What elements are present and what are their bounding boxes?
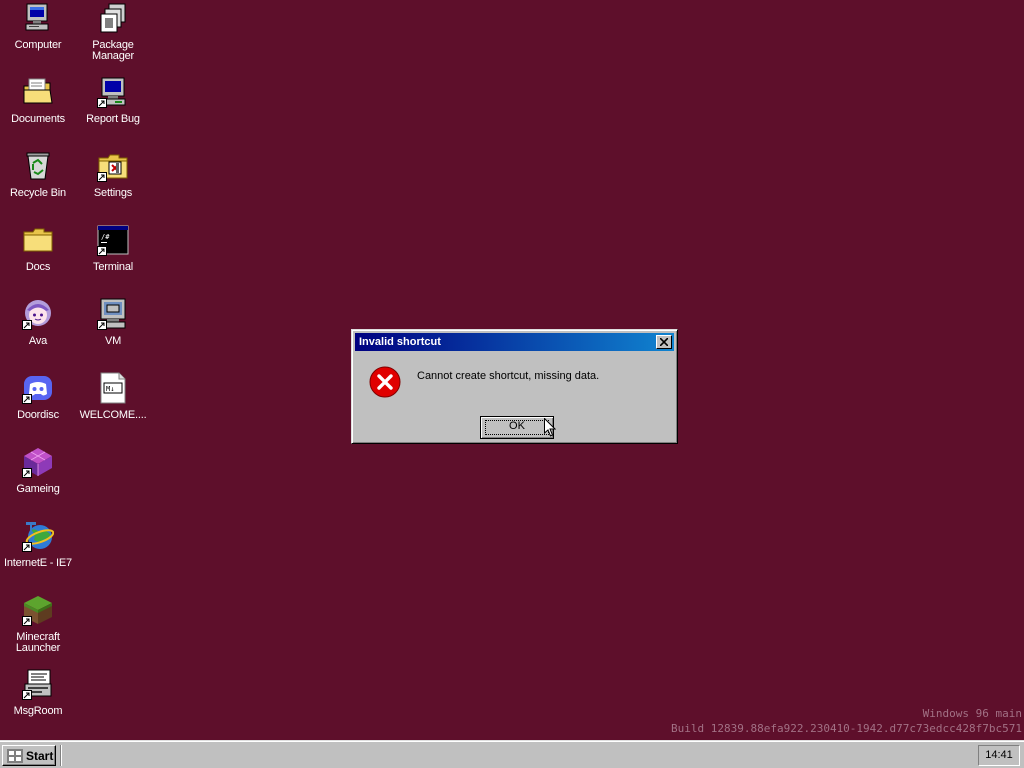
clock[interactable]: 14:41: [979, 749, 1019, 762]
taskbar-separator: [60, 745, 62, 766]
report-bug-icon: [97, 76, 129, 108]
desktop-icon-label: Recycle Bin: [10, 187, 66, 199]
shortcut-arrow-icon: [22, 542, 32, 552]
vm-icon: [97, 298, 129, 330]
start-button-label: Start: [26, 749, 54, 763]
system-tray: 14:41: [978, 745, 1020, 766]
desktop-icon-label: Ava: [28, 335, 48, 347]
desktop-icon-label: WELCOME....: [79, 409, 147, 421]
ok-button[interactable]: OK: [480, 416, 554, 439]
desktop: Computer Documents Recycle Bin Docs Ava …: [0, 0, 1024, 740]
markdown-file-icon: M↓: [97, 372, 129, 404]
desktop-icon-label: Doordisc: [17, 409, 59, 421]
desktop-icon-terminal[interactable]: /# Terminal: [76, 224, 150, 273]
documents-folder-icon: [22, 76, 54, 108]
minecraft-icon: [22, 594, 54, 626]
desktop-icon-label: Package Manager: [91, 39, 134, 62]
folder-icon: [22, 224, 54, 256]
desktop-icon-label: InternetE - IE7: [4, 557, 72, 569]
package-manager-icon: [97, 2, 129, 34]
settings-folder-icon: [97, 150, 129, 182]
desktop-icon-label: Computer: [14, 39, 62, 51]
desktop-icon-welcome[interactable]: M↓ WELCOME....: [76, 372, 150, 421]
internet-explorer-icon: [22, 520, 55, 552]
desktop-icon-minecraft-launcher[interactable]: Minecraft Launcher: [1, 594, 75, 654]
desktop-icon-gameing[interactable]: Gameing: [1, 446, 75, 495]
build-watermark-os: Windows 96 main: [922, 707, 1022, 720]
ok-button-focus-ring: [485, 420, 549, 435]
dialog-close-button[interactable]: [656, 335, 672, 349]
desktop-icon-label: Documents: [11, 113, 65, 125]
desktop-icon-ava[interactable]: Ava: [1, 298, 75, 347]
desktop-icon-label: Report Bug: [86, 113, 140, 125]
shortcut-arrow-icon: [97, 98, 107, 108]
desktop-icon-vm[interactable]: VM: [76, 298, 150, 347]
desktop-icon-label: Docs: [25, 261, 51, 273]
desktop-icon-report-bug[interactable]: Report Bug: [76, 76, 150, 125]
desktop-icon-msgroom[interactable]: MsgRoom: [1, 668, 75, 717]
shortcut-arrow-icon: [97, 246, 107, 256]
desktop-icon-package-manager[interactable]: Package Manager: [76, 2, 150, 62]
dialog-titlebar[interactable]: Invalid shortcut: [355, 333, 674, 351]
error-icon: [369, 366, 401, 398]
msgroom-icon: [22, 668, 54, 700]
recycle-bin-icon: [22, 150, 54, 182]
svg-text:/#: /#: [101, 233, 110, 241]
build-watermark-build: Build 12839.88efa922.230410-1942.d77c73e…: [671, 722, 1022, 735]
desktop-icon-documents[interactable]: Documents: [1, 76, 75, 125]
desktop-icon-label: Terminal: [93, 261, 133, 273]
desktop-icon-label: VM: [104, 335, 122, 347]
ava-icon: [22, 298, 54, 330]
build-watermark: Windows 96 main Build 12839.88efa922.230…: [671, 706, 1022, 736]
shortcut-arrow-icon: [22, 320, 32, 330]
taskbar: Start 14:41: [0, 740, 1024, 768]
dialog-message: Cannot create shortcut, missing data.: [417, 370, 600, 382]
mouse-pointer-icon: [544, 417, 557, 438]
desktop-icon-label: MsgRoom: [13, 705, 63, 717]
desktop-icon-internet-explorer[interactable]: InternetE - IE7: [1, 520, 75, 569]
desktop-icon-label: Settings: [93, 187, 133, 199]
desktop-icon-doordisc[interactable]: Doordisc: [1, 372, 75, 421]
computer-icon: [22, 2, 54, 34]
desktop-icon-label: Gameing: [16, 483, 60, 495]
close-icon: [660, 338, 668, 346]
shortcut-arrow-icon: [97, 320, 107, 330]
terminal-icon: /#: [97, 224, 129, 256]
doordisc-icon: [22, 372, 54, 404]
shortcut-arrow-icon: [97, 172, 107, 182]
desktop-icon-label: Minecraft Launcher: [15, 631, 61, 654]
windows-logo-icon: [7, 749, 23, 763]
start-button[interactable]: Start: [2, 745, 56, 766]
desktop-icon-settings[interactable]: Settings: [76, 150, 150, 199]
shortcut-arrow-icon: [22, 468, 32, 478]
gameing-icon: [22, 446, 54, 478]
dialog-title: Invalid shortcut: [359, 336, 441, 348]
desktop-icon-docs[interactable]: Docs: [1, 224, 75, 273]
svg-text:M↓: M↓: [106, 385, 114, 393]
shortcut-arrow-icon: [22, 690, 32, 700]
shortcut-arrow-icon: [22, 394, 32, 404]
invalid-shortcut-dialog: Invalid shortcut Cannot create shortcut,…: [351, 329, 678, 444]
desktop-icon-recycle-bin[interactable]: Recycle Bin: [1, 150, 75, 199]
desktop-icon-computer[interactable]: Computer: [1, 2, 75, 51]
shortcut-arrow-icon: [22, 616, 32, 626]
